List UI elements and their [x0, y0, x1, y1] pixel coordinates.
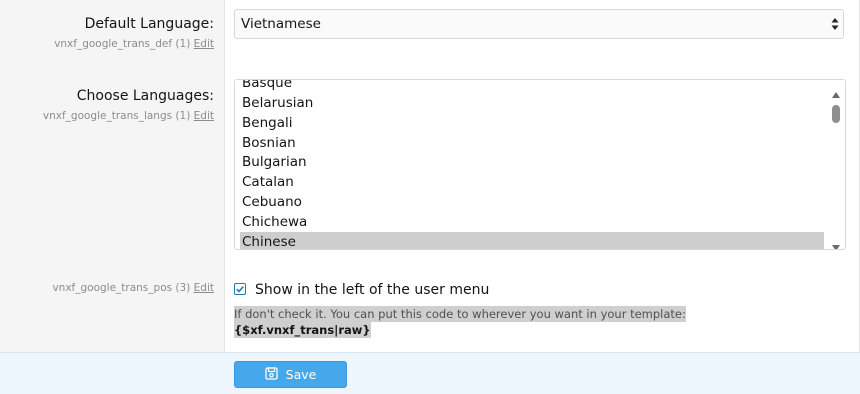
language-option[interactable]: Basque: [240, 80, 824, 93]
select-updown-icon: [831, 17, 839, 31]
choose-languages-option-id: vnxf_google_trans_langs (1): [42, 110, 191, 122]
save-icon: [265, 366, 278, 383]
template-code: {$xf.vnxf_trans|raw}: [234, 322, 371, 338]
language-option[interactable]: Bengali: [240, 113, 824, 133]
language-option[interactable]: Bosnian: [240, 133, 824, 153]
default-language-hint: vnxf_google_trans_def (1) Edit: [54, 38, 214, 50]
label-column: [0, 0, 225, 352]
language-option[interactable]: Chichewa: [240, 212, 824, 232]
language-option[interactable]: Chinese: [240, 231, 824, 249]
trans-pos-label-group: vnxf_google_trans_pos (3) Edit: [52, 282, 214, 294]
choose-languages-label-group: Choose Languages: vnxf_google_trans_lang…: [43, 88, 214, 122]
default-language-option-id: vnxf_google_trans_def (1): [54, 38, 191, 50]
explain-text: If don't check it. You can put this code…: [234, 306, 686, 322]
scroll-down-arrow-icon[interactable]: [831, 237, 841, 249]
choose-languages-listbox[interactable]: Basque Belarusian Bengali Bosnian Bulgarian C…: [234, 79, 846, 250]
language-option[interactable]: Catalan: [240, 172, 824, 192]
trans-pos-option-id: vnxf_google_trans_pos (3): [52, 282, 191, 294]
trans-pos-explain: If don't check it. You can put this code…: [234, 306, 686, 338]
default-language-label-group: Default Language: vnxf_google_trans_def …: [54, 16, 214, 50]
trans-pos-hint: vnxf_google_trans_pos (3) Edit: [52, 282, 214, 294]
language-options: Basque Belarusian Bengali Bosnian Bulgarian C…: [240, 80, 824, 249]
choose-languages-hint: vnxf_google_trans_langs (1) Edit: [43, 110, 214, 122]
save-button[interactable]: Save: [234, 361, 347, 388]
default-language-edit-link[interactable]: Edit: [194, 38, 214, 50]
default-language-select[interactable]: Vietnamese: [234, 9, 844, 39]
choose-languages-label: Choose Languages:: [76, 88, 214, 104]
default-language-label: Default Language:: [84, 16, 214, 32]
show-left-user-menu-checkbox[interactable]: [234, 283, 246, 295]
language-option[interactable]: Cebuano: [240, 192, 824, 212]
form-submit-row: Save: [0, 352, 860, 394]
save-label: Save: [285, 367, 317, 382]
language-option[interactable]: Belarusian: [240, 93, 824, 113]
show-left-user-menu-label[interactable]: Show in the left of the user menu: [255, 282, 489, 298]
scroll-up-arrow-icon[interactable]: [831, 84, 841, 98]
language-option[interactable]: Bulgarian: [240, 152, 824, 172]
scrollbar-thumb[interactable]: [832, 105, 840, 123]
trans-pos-edit-link[interactable]: Edit: [194, 282, 214, 294]
choose-languages-edit-link[interactable]: Edit: [194, 110, 214, 122]
default-language-selected-value: Vietnamese: [241, 16, 321, 32]
checkmark-icon: [236, 286, 244, 293]
listbox-scrollbar[interactable]: [827, 80, 845, 249]
